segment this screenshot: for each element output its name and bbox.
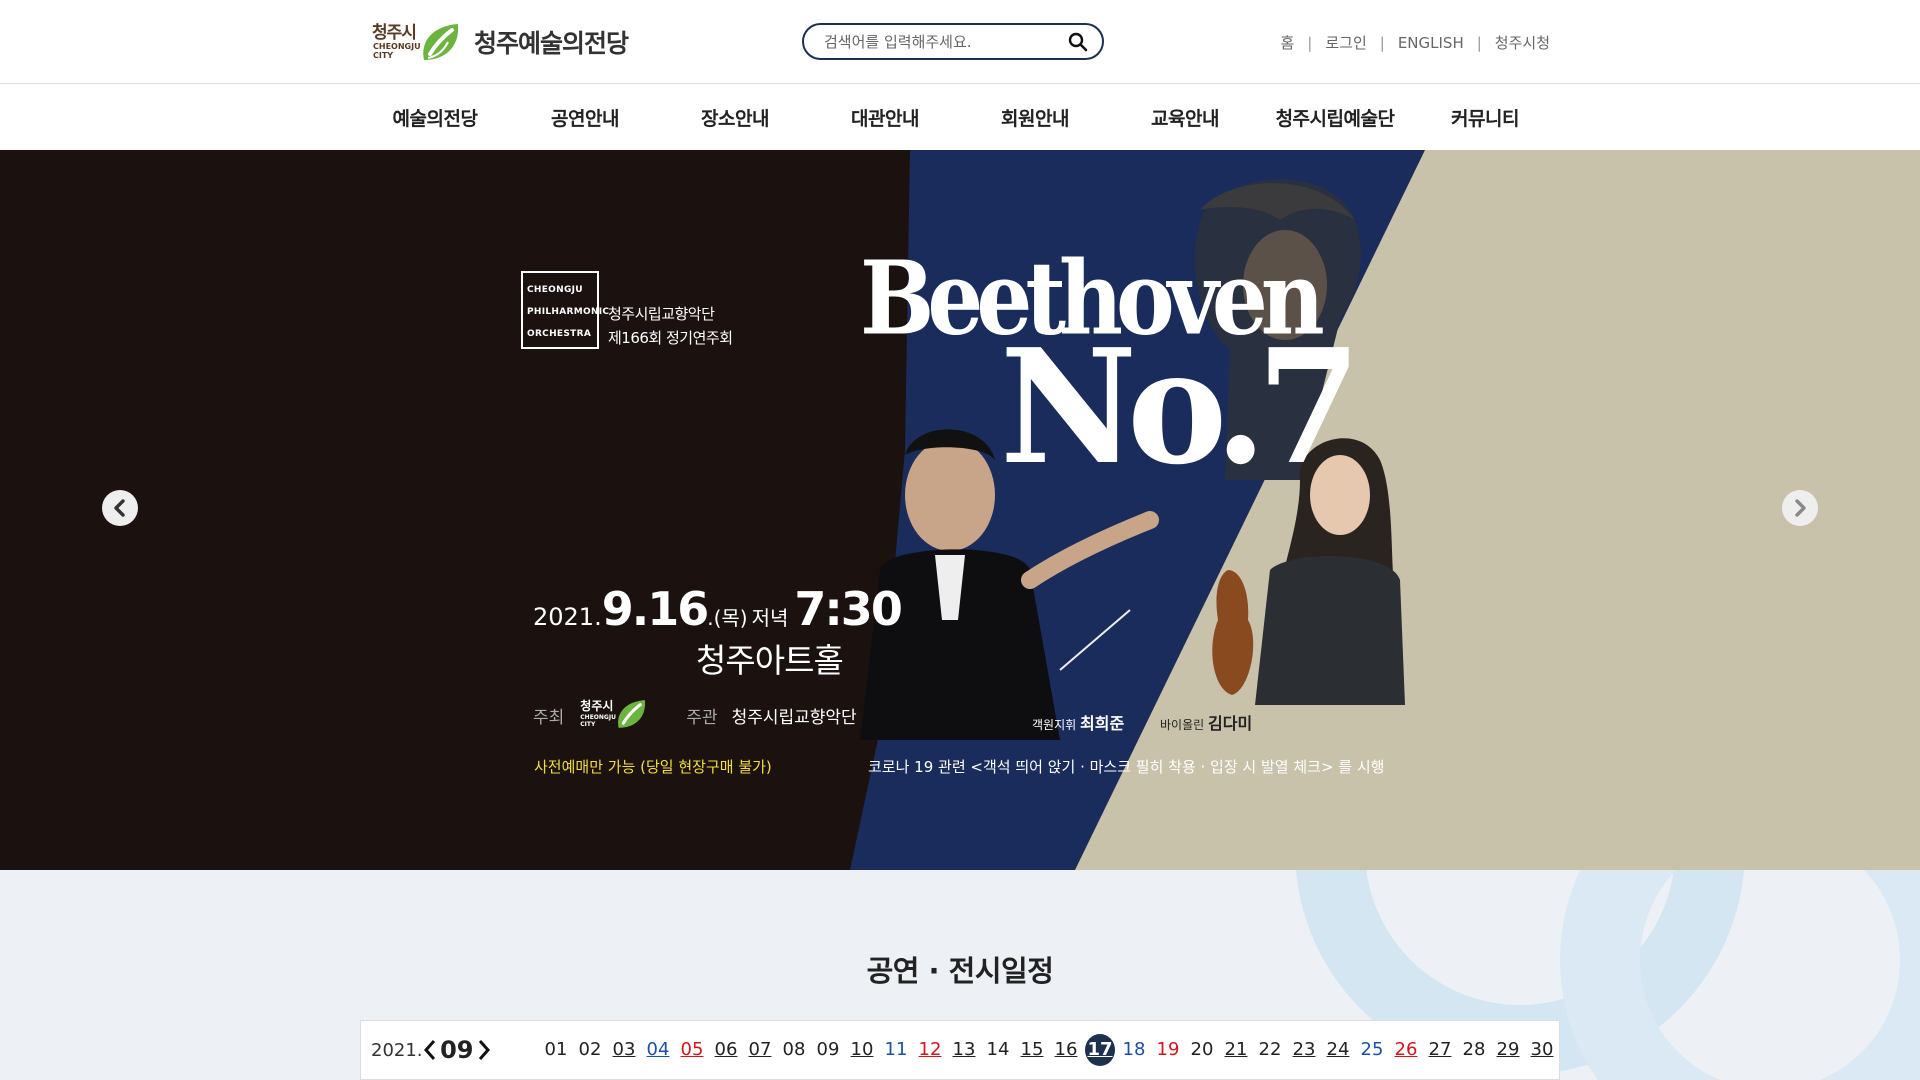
schedule-title: 공연 · 전시일정 [866, 954, 1054, 988]
calendar-day[interactable]: 26 [1389, 1034, 1423, 1066]
calendar-day[interactable]: 02 [573, 1034, 607, 1066]
nav-item-performances[interactable]: 공연안내 [510, 84, 660, 150]
calendar-day[interactable]: 18 [1117, 1034, 1151, 1066]
calendar-day[interactable]: 25 [1355, 1034, 1389, 1066]
host-info: 주최 청주시 CHEONGJU CITY 주관 청주시립교향악단 [533, 695, 857, 735]
calendar-day[interactable]: 06 [709, 1034, 743, 1066]
calendar-day[interactable]: 08 [777, 1034, 811, 1066]
slider-prev-button[interactable] [102, 490, 138, 526]
schedule-section: 공연 · 전시일정 2021. 09 01 02 03 04 05 06 07 08 09 10 1… [0, 870, 1920, 1080]
nav-item-city-arts-troupe[interactable]: 청주시립예술단 [1260, 84, 1410, 150]
chevron-left-icon [423, 1040, 435, 1060]
leaf-logo-icon [423, 24, 459, 60]
site-logo[interactable]: 청주시 CHEONGJU CITY 청주예술의전당 [372, 18, 629, 66]
calendar-day[interactable]: 05 [675, 1034, 709, 1066]
next-month-button[interactable] [476, 1037, 491, 1063]
util-link-home[interactable]: 홈 [1280, 32, 1294, 53]
calendar-day[interactable]: 14 [981, 1034, 1015, 1066]
chevron-right-icon [1795, 499, 1806, 517]
calendar-strip: 2021. 09 01 02 03 04 05 06 07 08 09 10 11 12 13 14 15 1… [360, 1020, 1560, 1080]
calendar-day[interactable]: 24 [1321, 1034, 1355, 1066]
concert-edition: 제166회 정기연주회 [608, 329, 733, 347]
advance-booking-notice: 사전예매만 가능 (당일 현장구매 불가) [534, 758, 772, 776]
calendar-day[interactable]: 28 [1457, 1034, 1491, 1066]
logo-city-en: CHEONGJU CITY [373, 42, 421, 60]
chevron-left-icon [114, 499, 125, 517]
prev-month-button[interactable] [423, 1037, 438, 1063]
hero-banner[interactable]: CHEONGJU PHILHARMONIC ORCHESTRA 청주시립교향악단… [0, 150, 1920, 870]
calendar-day[interactable]: 09 [811, 1034, 845, 1066]
calendar-year: 2021. [371, 1039, 423, 1061]
calendar-day[interactable]: 16 [1049, 1034, 1083, 1066]
utility-links: 홈 | 로그인 | ENGLISH | 청주시청 [1280, 32, 1550, 53]
nav-item-education[interactable]: 교육안내 [1110, 84, 1260, 150]
nav-item-arts-center[interactable]: 예술의전당 [360, 84, 510, 150]
organizer-label: 주관 [686, 707, 718, 728]
organizer-name: 청주시립교향악단 [731, 707, 857, 728]
util-link-cityhall[interactable]: 청주시청 [1495, 32, 1550, 53]
orchestra-logo: CHEONGJU PHILHARMONIC ORCHESTRA [521, 271, 609, 349]
search-input[interactable] [824, 32, 1066, 51]
city-logo: 청주시 CHEONGJU CITY [372, 18, 466, 66]
concert-organizer: 청주시립교향악단 제166회 정기연주회 [608, 302, 733, 350]
calendar-day[interactable]: 12 [913, 1034, 947, 1066]
nav-item-rental[interactable]: 대관안내 [810, 84, 960, 150]
host-label: 주최 [533, 707, 565, 728]
calendar-day[interactable]: 13 [947, 1034, 981, 1066]
calendar-day[interactable]: 04 [641, 1034, 675, 1066]
calendar-day[interactable]: 22 [1253, 1034, 1287, 1066]
nav-item-venues[interactable]: 장소안내 [660, 84, 810, 150]
calendar-month: 09 [440, 1036, 474, 1064]
logo-title: 청주예술의전당 [474, 29, 629, 58]
slider-next-button[interactable] [1782, 490, 1818, 526]
work-title: No.7 [1000, 315, 1361, 500]
calendar-day[interactable]: 01 [539, 1034, 573, 1066]
calendar-day[interactable]: 11 [879, 1034, 913, 1066]
calendar-day[interactable]: 27 [1423, 1034, 1457, 1066]
search-button[interactable] [1066, 30, 1090, 54]
calendar-day[interactable]: 21 [1219, 1034, 1253, 1066]
util-separator: | [1476, 33, 1482, 52]
calendar-day[interactable]: 15 [1015, 1034, 1049, 1066]
chevron-right-icon [478, 1040, 490, 1060]
logo-city-ko: 청주시 [372, 23, 417, 43]
nav-item-membership[interactable]: 회원안내 [960, 84, 1110, 150]
search-box [802, 23, 1104, 60]
util-separator: | [1379, 33, 1385, 52]
host-city-logo: 청주시 CHEONGJU CITY [578, 695, 654, 735]
calendar-day[interactable]: 20 [1185, 1034, 1219, 1066]
concert-venue: 청주아트홀 [696, 641, 844, 680]
covid-notice: 코로나 19 관련 <객석 띄어 앉기 · 마스크 필히 착용 · 입장 시 발… [868, 758, 1385, 776]
conductor-caption: 객원지휘 최희준 [1032, 714, 1125, 733]
calendar-day[interactable]: 07 [743, 1034, 777, 1066]
util-link-english[interactable]: ENGLISH [1398, 34, 1464, 52]
orchestra-name: 청주시립교향악단 [608, 305, 715, 323]
main-navigation: 예술의전당 공연안내 장소안내 대관안내 회원안내 교육안내 청주시립예술단 커… [0, 84, 1920, 150]
concert-date: 2021. 9.16 .(목) 저녁 7:30 [533, 582, 903, 636]
calendar-day[interactable]: 03 [607, 1034, 641, 1066]
nav-item-community[interactable]: 커뮤니티 [1410, 84, 1560, 150]
calendar-day[interactable]: 29 [1491, 1034, 1525, 1066]
site-header: 청주시 CHEONGJUCITY 청주예술의전당 홈 | 로그인 | ENGLI… [0, 0, 1920, 84]
util-link-login[interactable]: 로그인 [1325, 32, 1366, 53]
search-icon [1068, 32, 1088, 51]
util-separator: | [1307, 33, 1313, 52]
violinist-caption: 바이올린 김다미 [1160, 714, 1253, 733]
leaf-logo-icon [618, 700, 646, 728]
calendar-day[interactable]: 19 [1151, 1034, 1185, 1066]
calendar-day[interactable]: 23 [1287, 1034, 1321, 1066]
calendar-day[interactable]: 17 [1085, 1034, 1115, 1066]
calendar-days: 01 02 03 04 05 06 07 08 09 10 11 12 13 14 15 16 17 18 19 20… [539, 1034, 1559, 1066]
calendar-day[interactable]: 10 [845, 1034, 879, 1066]
calendar-day[interactable]: 30 [1525, 1034, 1559, 1066]
